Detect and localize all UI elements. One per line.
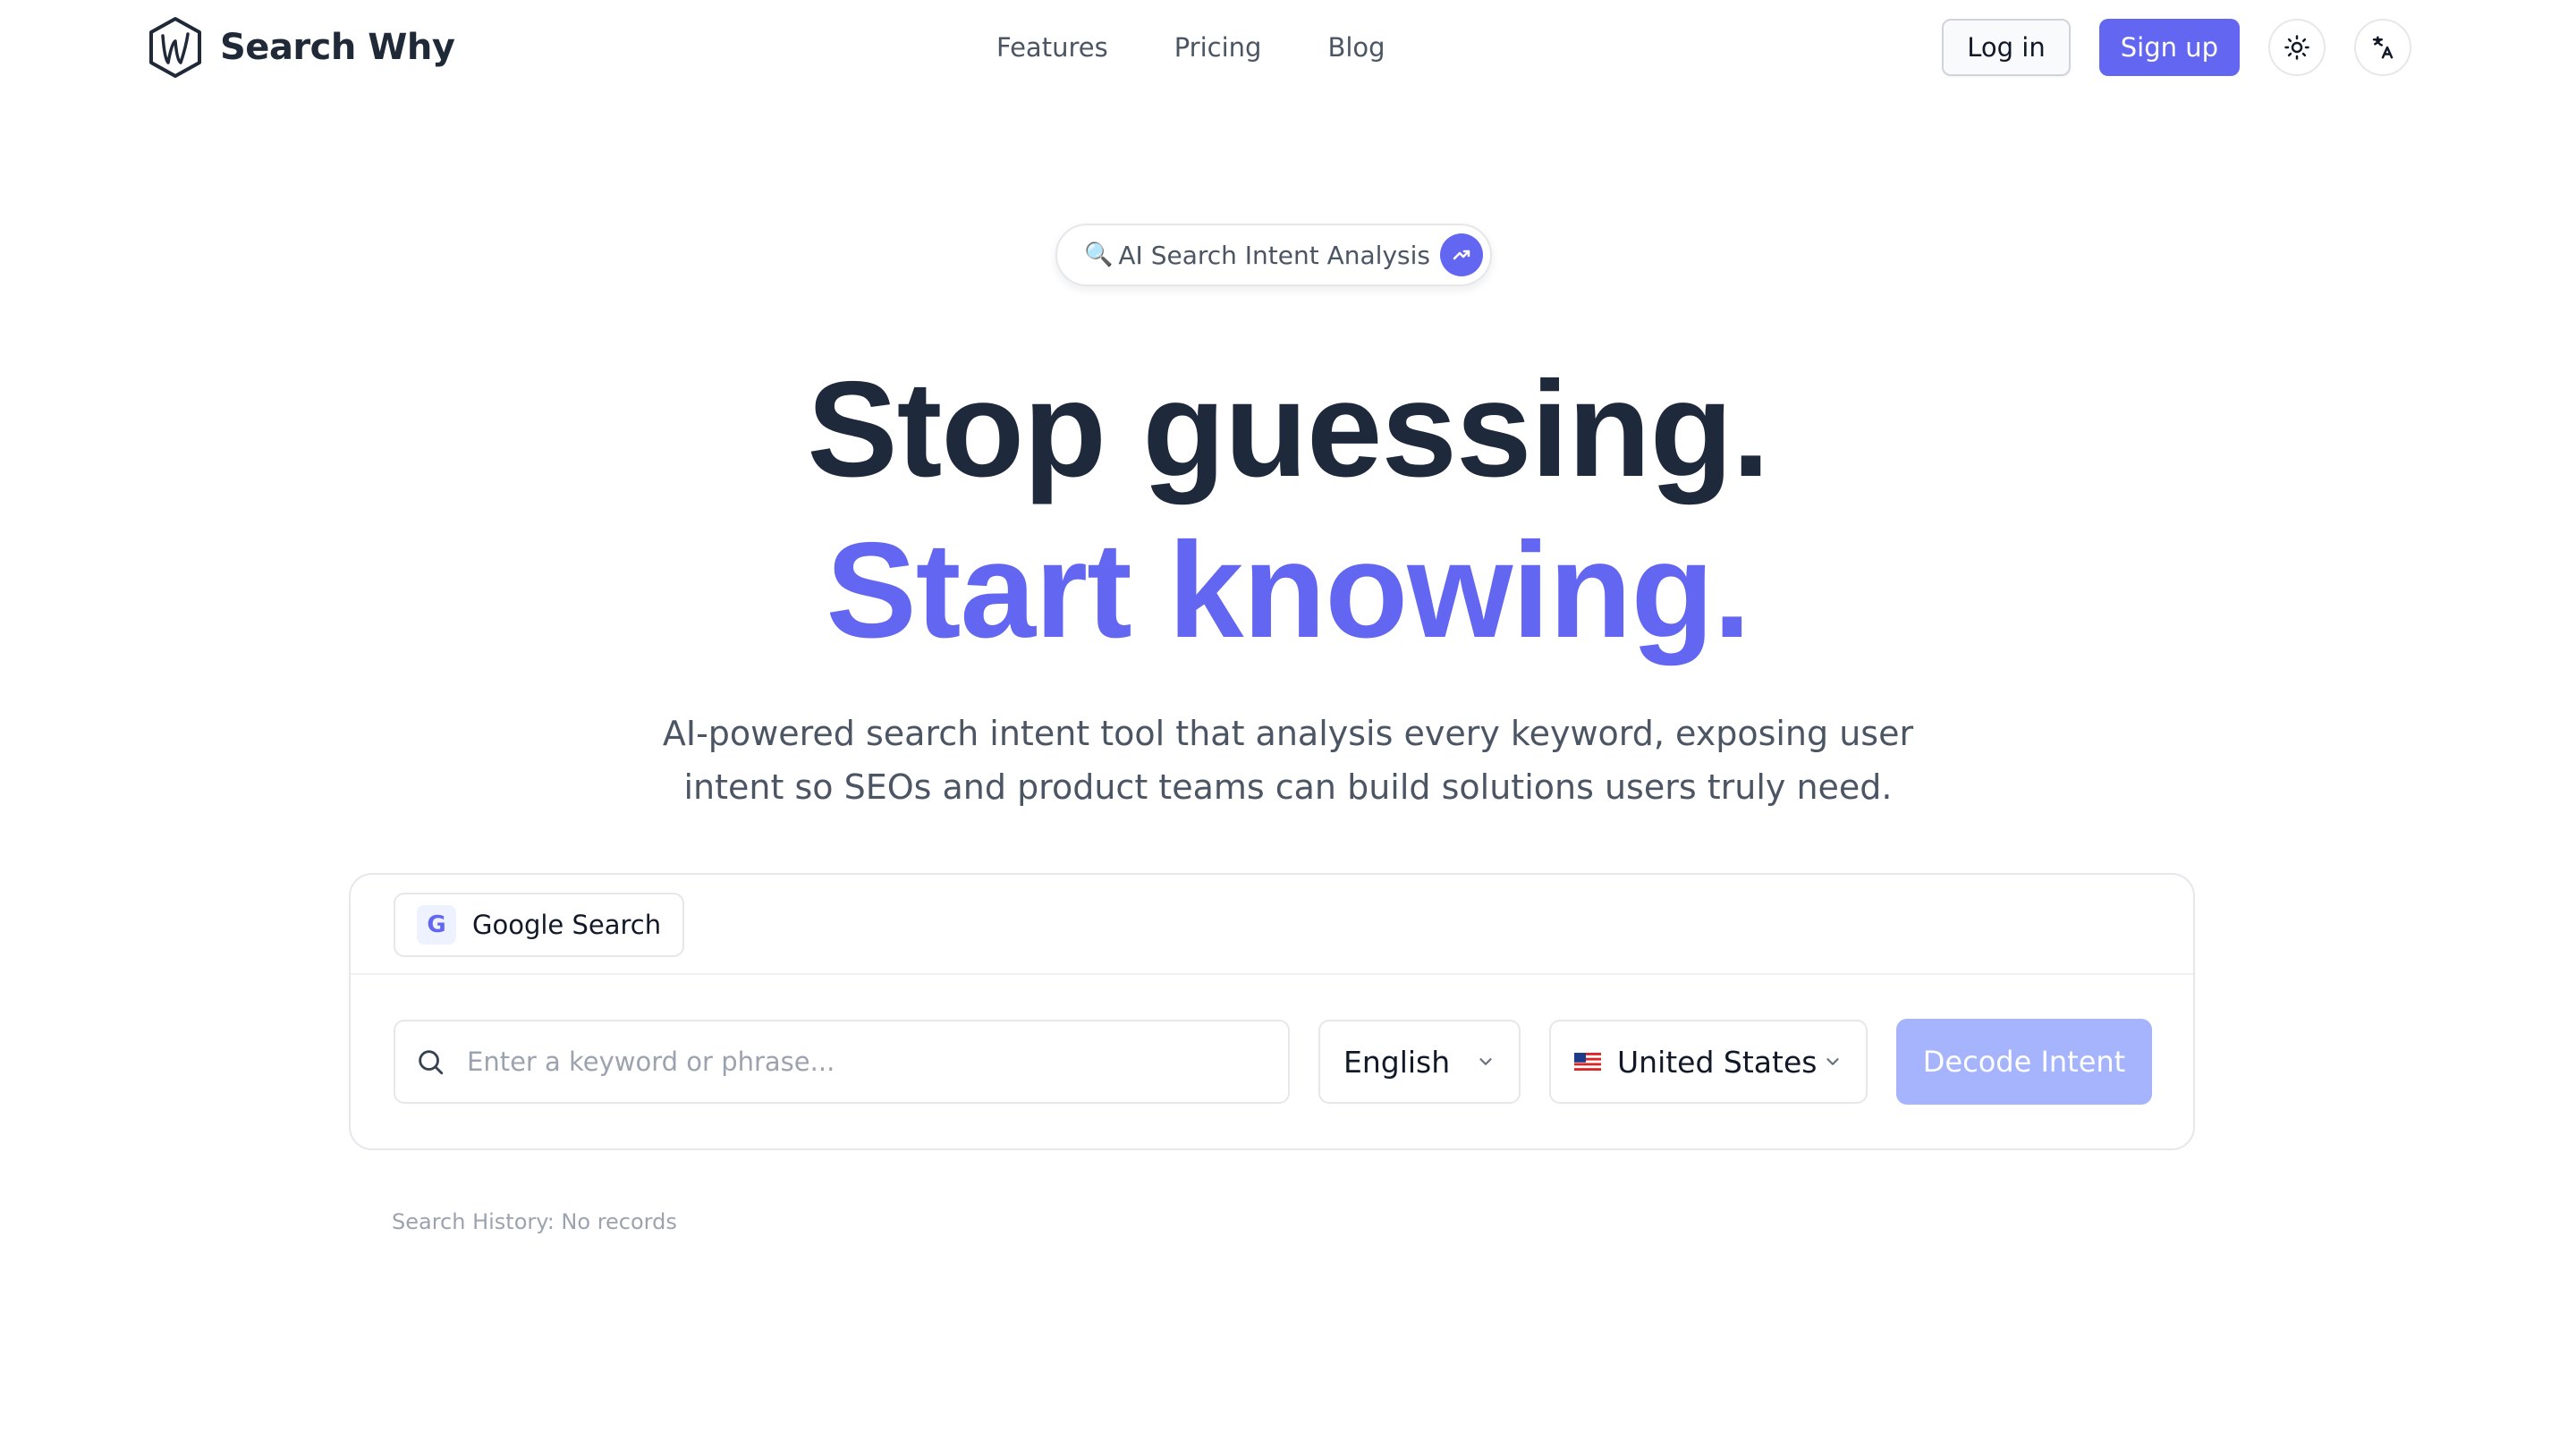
brand-logo-icon: [149, 17, 201, 78]
hero-badge: 🔍 AI Search Intent Analysis: [1055, 224, 1492, 286]
nav-blog[interactable]: Blog: [1327, 32, 1385, 63]
tab-google-search-label: Google Search: [472, 910, 662, 940]
language-select[interactable]: English: [1318, 1020, 1521, 1104]
search-engine-tabs: G Google Search: [351, 875, 2193, 975]
trend-up-icon: [1440, 233, 1483, 276]
main-nav: Features Pricing Blog: [996, 29, 1385, 66]
language-select-value: English: [1343, 1044, 1451, 1080]
hero-badge-text: AI Search Intent Analysis: [1118, 240, 1430, 270]
headline-line-1: Stop guessing.: [807, 353, 1769, 505]
chevron-down-icon: [1476, 1052, 1496, 1072]
site-header: Search Why Features Pricing Blog Log in …: [0, 0, 2576, 95]
search-card: G Google Search English: [349, 873, 2195, 1150]
google-icon: G: [417, 905, 456, 945]
keyword-search-field[interactable]: [394, 1020, 1290, 1104]
search-icon: [419, 1050, 444, 1075]
sun-icon: [2284, 35, 2309, 60]
header-actions: Log in Sign up: [1942, 18, 2411, 77]
nav-pricing[interactable]: Pricing: [1174, 32, 1262, 63]
magnifier-emoji-icon: 🔍: [1084, 242, 1114, 268]
language-toggle-button[interactable]: [2354, 19, 2411, 76]
nav-features[interactable]: Features: [996, 32, 1108, 63]
headline-line-2: Start knowing.: [826, 514, 1750, 666]
country-select-content: United States: [1574, 1045, 1817, 1080]
search-history-status: Search History: No records: [392, 1209, 677, 1234]
keyword-input[interactable]: [467, 1046, 1272, 1077]
hero-subtitle: AI-powered search intent tool that analy…: [662, 714, 1914, 807]
tab-google-search[interactable]: G Google Search: [394, 893, 685, 957]
signup-button[interactable]: Sign up: [2098, 19, 2240, 76]
login-button[interactable]: Log in: [1942, 19, 2071, 76]
page: Search Why Features Pricing Blog Log in …: [0, 0, 2576, 1449]
search-row: English United States: [394, 1019, 2154, 1105]
country-select[interactable]: United States: [1549, 1020, 1868, 1104]
brand[interactable]: Search Why: [147, 16, 455, 79]
brand-name: Search Why: [220, 27, 455, 68]
translate-icon: [2372, 36, 2394, 59]
theme-toggle-button[interactable]: [2268, 19, 2326, 76]
us-flag-icon: [1574, 1053, 1601, 1071]
chevron-down-icon: [1823, 1052, 1843, 1072]
decode-intent-button[interactable]: Decode Intent: [1896, 1019, 2152, 1105]
country-select-value: United States: [1617, 1044, 1818, 1080]
